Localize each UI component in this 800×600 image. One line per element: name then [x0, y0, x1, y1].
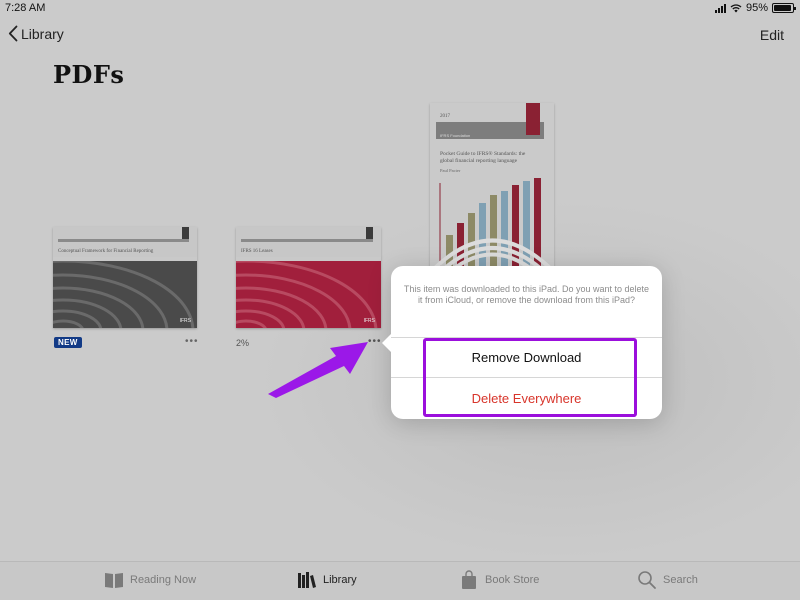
status-bar: 7:28 AM 95%: [0, 0, 800, 18]
tab-label: Library: [323, 574, 357, 586]
remove-download-button[interactable]: Remove Download: [391, 350, 662, 365]
book-tab: [182, 227, 189, 239]
book-publisher: IFRS Foundation: [440, 133, 471, 138]
status-indicators: 95%: [714, 2, 796, 14]
book-title: IFRS 16 Leases: [241, 249, 273, 254]
book-cover-ifrs16-leases[interactable]: IFRS 16 Leases IFRS: [236, 227, 381, 328]
book-cover-conceptual-framework[interactable]: Conceptual Framework for Financial Repor…: [53, 227, 197, 328]
page-title: PDFs: [53, 60, 125, 89]
ifrs-logo: IFRS: [179, 318, 191, 324]
back-button[interactable]: Library: [8, 25, 64, 42]
ellipsis-icon[interactable]: •••: [185, 337, 199, 347]
tab-label: Book Store: [485, 574, 540, 586]
back-label: Library: [21, 25, 64, 42]
annotation-arrow-icon: [268, 342, 368, 398]
divider: [391, 377, 662, 378]
battery-icon: [772, 3, 796, 13]
book-cover-art: [433, 178, 552, 268]
battery-fill: [774, 5, 792, 11]
library-books-icon: [298, 572, 316, 588]
reading-progress: 2%: [236, 338, 250, 348]
tab-search[interactable]: Search: [637, 570, 698, 590]
book-cover-pocket-guide[interactable]: 2017 IFRS Foundation Pocket Guide to IFR…: [430, 103, 554, 268]
search-icon: [638, 571, 656, 589]
new-badge: NEW: [54, 337, 82, 348]
tab-bar: Reading Now Library Book Store Search: [0, 561, 800, 600]
book-cover-art: [236, 261, 381, 328]
tab-library[interactable]: Library: [297, 570, 357, 590]
book-cover-art: [53, 261, 197, 328]
book-tab: [366, 227, 373, 239]
popover-message: This item was downloaded to this iPad. D…: [403, 284, 650, 305]
book-title: Pocket Guide to IFRS® Standards: the glo…: [440, 151, 526, 164]
book-stripe: [58, 239, 189, 242]
status-time: 7:28 AM: [5, 2, 46, 14]
edit-button[interactable]: Edit: [760, 27, 784, 43]
open-book-icon: [105, 573, 123, 588]
delete-everywhere-button[interactable]: Delete Everywhere: [391, 391, 662, 406]
battery-percent: 95%: [745, 2, 768, 14]
tab-book-store[interactable]: Book Store: [459, 570, 539, 590]
tab-label: Reading Now: [130, 574, 197, 586]
book-stripe: [241, 239, 373, 242]
ifrs-logo: IFRS: [363, 318, 375, 324]
book-tab: [526, 103, 540, 135]
signal-icon: [714, 3, 726, 13]
book-year: 2017: [440, 114, 450, 119]
divider: [391, 337, 662, 338]
delete-options-popover: This item was downloaded to this iPad. D…: [382, 266, 662, 419]
shopping-bag-icon: [462, 570, 476, 589]
book-title: Conceptual Framework for Financial Repor…: [58, 249, 154, 254]
chevron-left-icon: [8, 25, 18, 42]
tab-reading-now[interactable]: Reading Now: [104, 570, 196, 590]
wifi-icon: [730, 3, 742, 12]
tab-label: Search: [663, 574, 698, 586]
screen: 7:28 AM 95% Library Edit PDFs Conceptual…: [0, 0, 800, 600]
